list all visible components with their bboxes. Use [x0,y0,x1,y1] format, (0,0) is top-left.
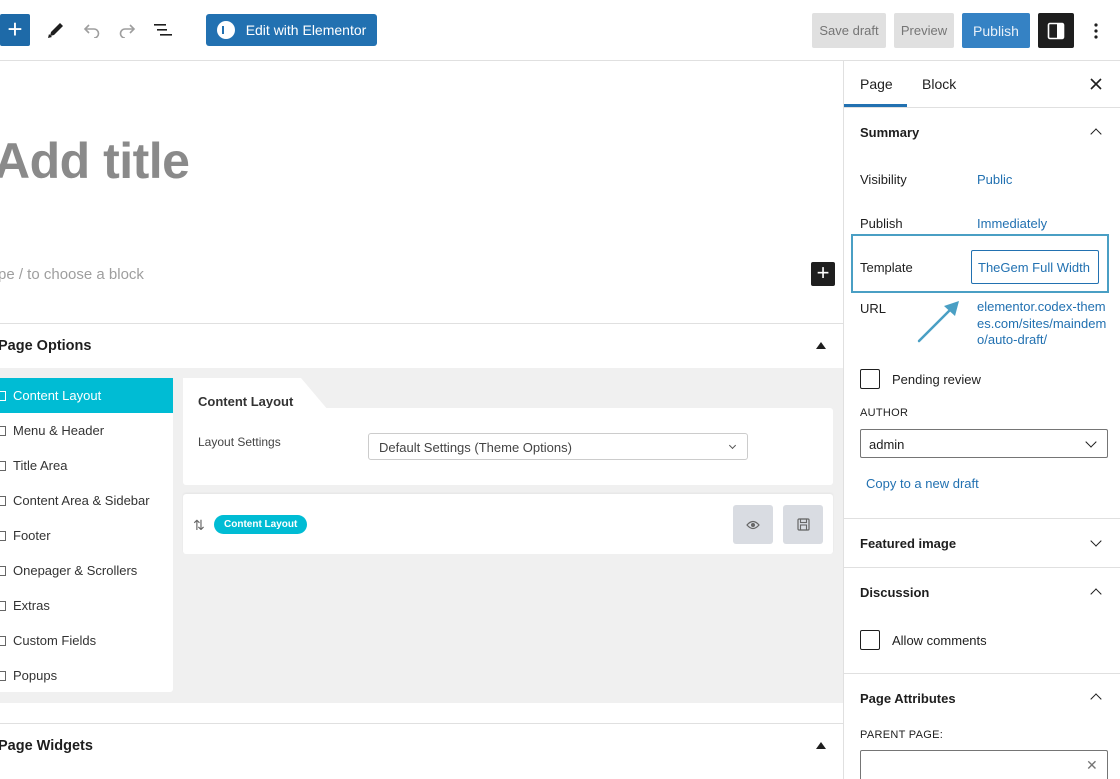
pending-review-label: Pending review [892,372,981,387]
scroll-icon [0,565,6,576]
fields-icon [0,635,6,646]
pencil-icon [48,23,63,38]
block-appender-placeholder[interactable]: pe / to choose a block [0,266,144,283]
save-icon [796,518,810,531]
summary-panel-title[interactable]: Summary [860,125,919,140]
inline-inserter-button[interactable]: + [811,262,835,286]
nav-item-extras[interactable]: Extras [0,588,173,623]
sidebar-icon [0,495,6,506]
plus-icon: + [816,260,830,285]
preset-pill[interactable]: Content Layout [214,515,308,534]
featured-image-panel-title[interactable]: Featured image [860,536,956,551]
pending-review-checkbox[interactable] [860,369,880,389]
document-overview-button[interactable] [150,16,176,44]
page-attributes-panel-title[interactable]: Page Attributes [860,691,956,706]
discussion-panel-title[interactable]: Discussion [860,585,929,600]
nav-item-custom-fields[interactable]: Custom Fields [0,623,173,658]
visibility-link[interactable]: Public [977,172,1012,187]
tools-button[interactable] [42,16,70,44]
settings-toggle-button[interactable] [1038,13,1074,48]
layout-settings-label: Layout Settings [198,435,281,449]
add-block-button[interactable]: + [0,14,30,46]
more-vertical-icon [1094,22,1098,39]
author-label: AUTHOR [860,407,909,419]
undo-button[interactable] [79,16,105,44]
panel-divider [844,567,1120,568]
visibility-label: Visibility [860,172,907,187]
panel-divider [844,673,1120,674]
settings-sidebar [843,61,1120,779]
parent-page-input[interactable] [860,750,1108,779]
title-icon [0,460,6,471]
page-options-title: Page Options [0,338,92,354]
edit-with-elementor-button[interactable]: Edit with Elementor [206,14,377,46]
page-options-header[interactable] [0,323,843,369]
allow-comments-label: Allow comments [892,633,987,648]
layout-icon [0,390,6,401]
url-link[interactable]: elementor.codex-themes.com/sites/maindem… [977,299,1107,349]
tab-page[interactable]: Page [860,76,893,92]
chevron-down-icon [1085,436,1097,448]
publish-label: Publish [860,216,903,231]
nav-item-popups[interactable]: Popups [0,658,173,693]
page-widgets-header[interactable] [0,723,843,779]
footer-icon [0,530,6,541]
publish-button[interactable]: Publish [962,13,1030,48]
collapse-toggle-icon[interactable] [816,342,826,349]
tab-block[interactable]: Block [922,76,956,92]
undo-icon [83,24,100,38]
post-title-input[interactable]: Add title [0,132,190,190]
tabs-divider [844,107,1120,108]
panel-divider [844,518,1120,519]
layout-settings-value: Default Settings (Theme Options) [379,440,572,455]
sort-icon[interactable]: ⇅ [193,517,205,534]
redo-button[interactable] [114,16,140,44]
allow-comments-checkbox[interactable] [860,630,880,650]
sidebar-panel-icon [1047,22,1065,39]
eye-icon [746,520,760,529]
nav-item-onepager-scrollers[interactable]: Onepager & Scrollers [0,553,173,588]
save-draft-button[interactable]: Save draft [812,13,886,48]
close-icon[interactable] [1089,77,1103,91]
plus-icon: + [7,14,23,44]
template-button[interactable]: TheGem Full Width [971,250,1099,284]
parent-page-label: PARENT PAGE: [860,729,944,741]
preview-preset-button[interactable] [733,505,773,544]
nav-item-footer[interactable]: Footer [0,518,173,553]
nav-item-title-area[interactable]: Title Area [0,448,173,483]
layout-settings-select[interactable]: Default Settings (Theme Options) [368,433,748,460]
clear-icon[interactable]: ✕ [1086,757,1098,774]
url-label: URL [860,301,887,316]
save-preset-button[interactable] [783,505,823,544]
author-value: admin [869,437,905,452]
page-options-nav: Content Layout Menu & Header Title Area … [0,378,173,692]
template-label: Template [860,260,913,275]
menu-icon [0,425,6,436]
edit-with-elementor-label: Edit with Elementor [245,22,367,38]
options-menu-button[interactable] [1082,13,1110,48]
popup-icon [0,670,6,681]
gear-icon [0,600,6,611]
redo-icon [119,24,136,38]
copy-to-new-draft-button[interactable]: Copy to a new draft [866,476,979,491]
top-toolbar: + Edit with Elementor Save draft Preview… [0,0,1120,61]
collapse-toggle-icon[interactable] [816,742,826,749]
nav-item-menu-header[interactable]: Menu & Header [0,413,173,448]
publish-date-link[interactable]: Immediately [977,216,1047,231]
annotation-arrow-icon [917,301,959,343]
author-select[interactable]: admin [860,429,1108,458]
preview-button[interactable]: Preview [894,13,954,48]
content-layout-tab-label: Content Layout [198,394,294,409]
nav-item-content-area-sidebar[interactable]: Content Area & Sidebar [0,483,173,518]
page-widgets-title: Page Widgets [0,738,93,754]
nav-item-content-layout[interactable]: Content Layout [0,378,173,413]
list-view-icon [154,24,172,36]
chevron-down-icon [728,441,737,450]
elementor-icon [216,21,235,39]
